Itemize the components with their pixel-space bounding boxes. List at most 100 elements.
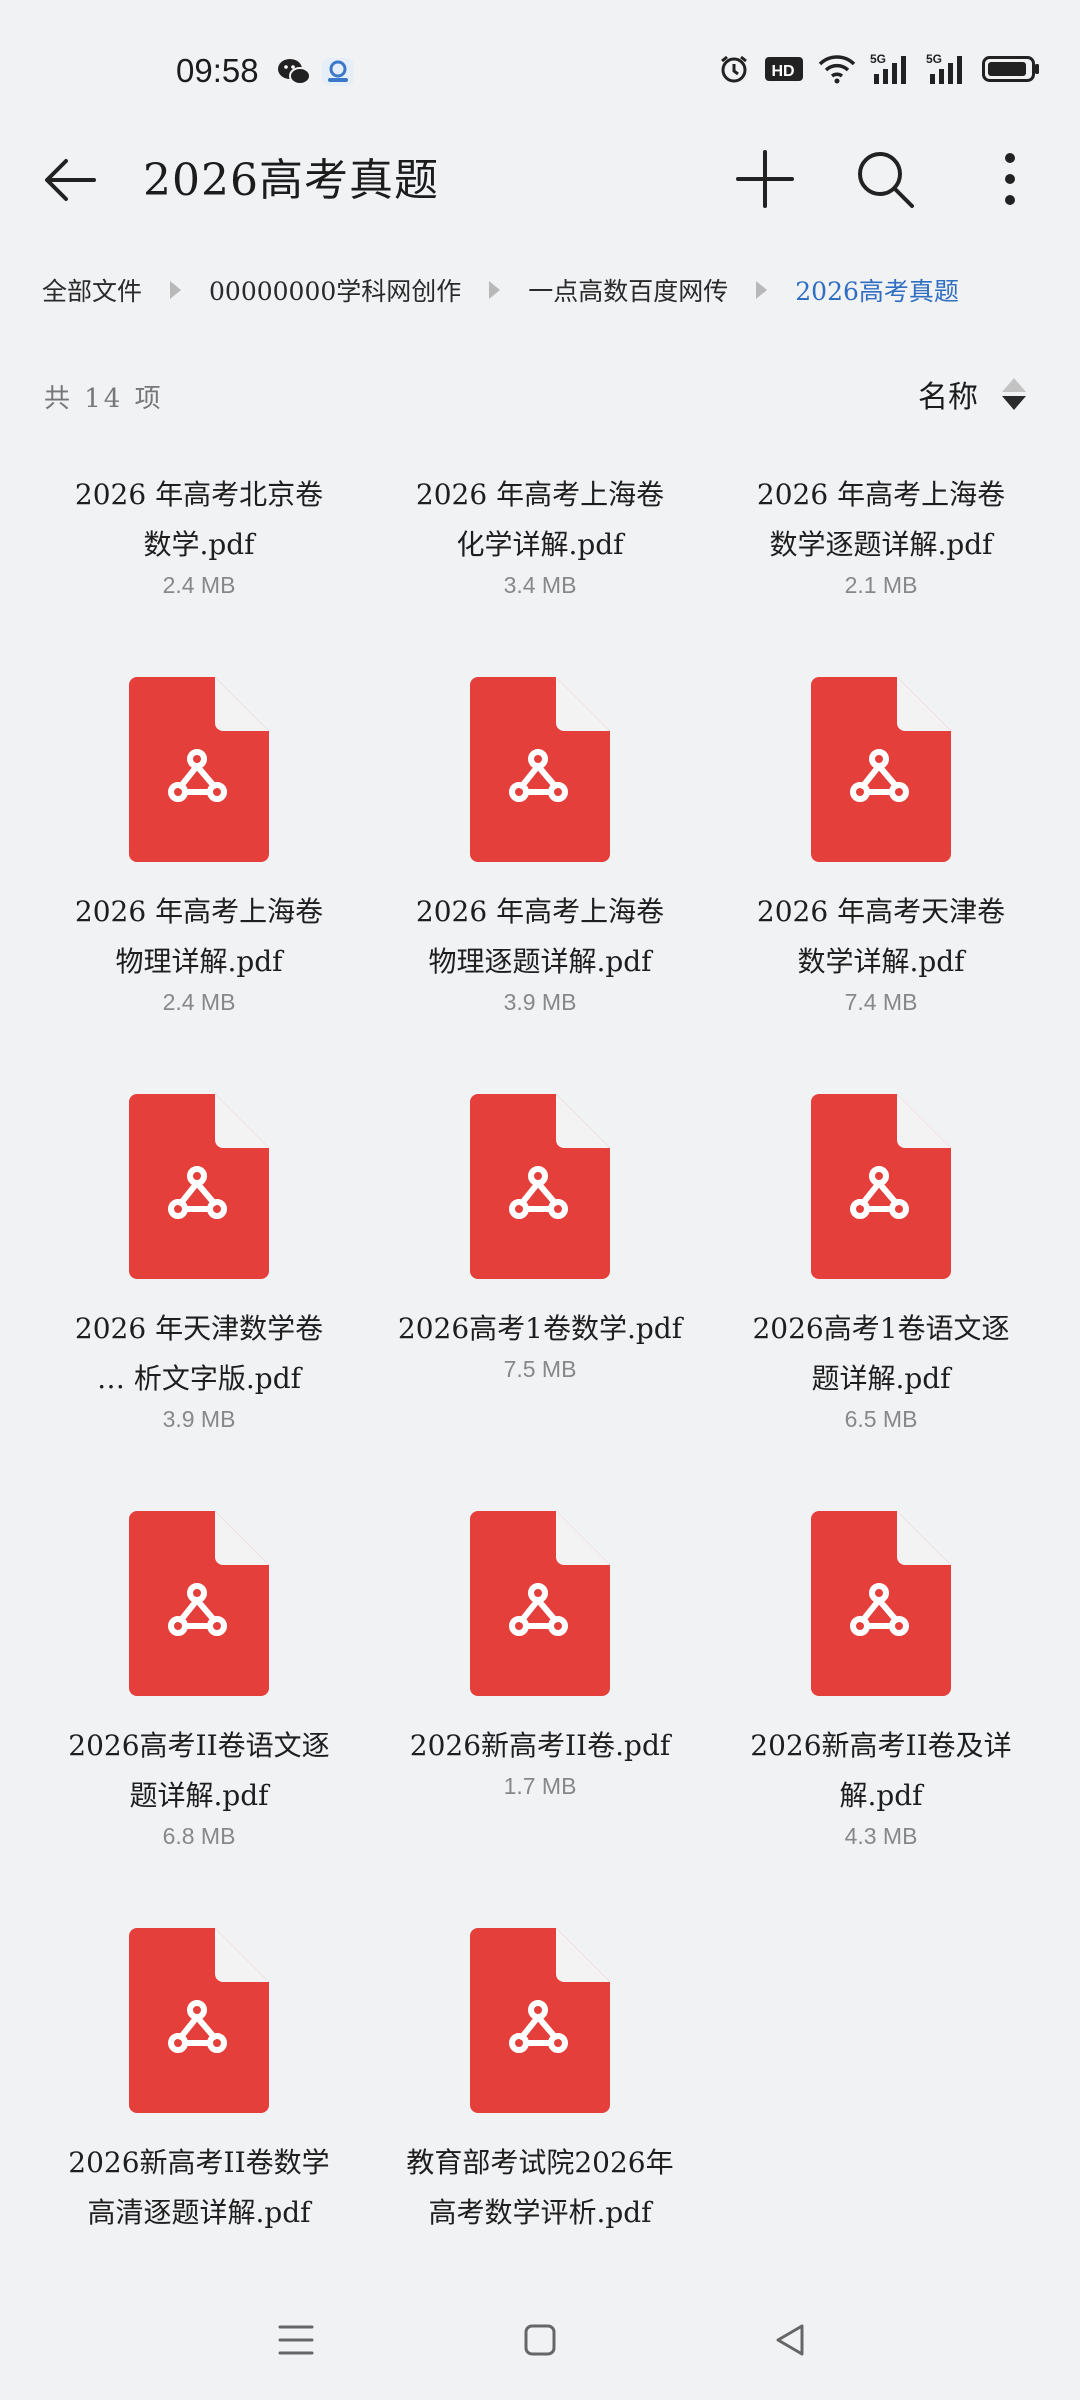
svg-text:5G: 5G — [870, 52, 886, 66]
file-name-line: 解.pdf — [839, 1779, 923, 1812]
pdf-file-icon — [470, 1928, 610, 2113]
svg-text:5G: 5G — [926, 52, 942, 66]
wifi-icon — [818, 52, 856, 86]
chevron-right-icon — [756, 281, 768, 299]
file-item[interactable]: 2026 年高考上海卷 物理逐题详解.pdf 3.9 MB — [390, 677, 690, 1077]
chevron-right-icon — [489, 281, 501, 299]
file-size: 7.4 MB — [844, 989, 918, 1015]
file-name: 教育部考试院2026年 高考数学评析.pdf — [390, 2138, 690, 2238]
file-name-line: 2026 年高考上海卷 — [756, 478, 1006, 511]
file-name-line: 教育部考试院2026年 — [406, 2146, 674, 2179]
plus-icon — [736, 150, 794, 208]
file-name-line: 2026 年高考上海卷 — [74, 895, 324, 928]
file-item[interactable]: 2026高考1卷语文逐 题详解.pdf 6.5 MB — [731, 1094, 1031, 1494]
file-name-line: 数学.pdf — [143, 528, 255, 561]
file-item[interactable]: 2026新高考II卷及详 解.pdf 4.3 MB — [731, 1511, 1031, 1911]
file-name-line: 2026新高考II卷.pdf — [409, 1729, 671, 1762]
file-name-line: 2026新高考II卷数学 — [68, 2146, 330, 2179]
sort-button[interactable]: 名称 — [918, 372, 1026, 416]
more-vertical-icon — [1005, 153, 1015, 205]
file-size: 2.4 MB — [162, 989, 236, 1015]
pdf-file-icon — [129, 1094, 269, 1279]
wechat-icon — [276, 56, 312, 88]
back-button[interactable] — [38, 148, 102, 212]
breadcrumb-item-all-files[interactable]: 全部文件 — [42, 272, 142, 308]
file-size: 3.4 MB — [503, 572, 577, 598]
breadcrumb-item-folder[interactable]: 00000000学科网创作 — [209, 272, 461, 308]
status-bar: 09:58 HD 5G 5G — [0, 0, 1080, 140]
file-item[interactable]: 2026 年高考北京卷 数学.pdf 2.4 MB — [49, 445, 349, 660]
signal-5g-icon: 5G — [926, 52, 968, 86]
back-triangle-icon — [776, 2324, 804, 2356]
file-item[interactable]: 教育部考试院2026年 高考数学评析.pdf — [390, 1928, 690, 2280]
file-item[interactable]: 2026 年高考上海卷 数学逐题详解.pdf 2.1 MB — [731, 445, 1031, 660]
file-name: 2026新高考II卷数学 高清逐题详解.pdf — [49, 2138, 349, 2238]
breadcrumb-item-current[interactable]: 2026高考真题 — [795, 272, 959, 308]
pdf-file-icon — [129, 1511, 269, 1696]
file-item[interactable]: 2026新高考II卷数学 高清逐题详解.pdf — [49, 1928, 349, 2280]
file-name: 2026 年高考上海卷 物理详解.pdf — [49, 887, 349, 987]
file-item[interactable]: 2026 年高考上海卷 物理详解.pdf 2.4 MB — [49, 677, 349, 1077]
file-name: 2026 年高考上海卷 数学逐题详解.pdf — [731, 470, 1031, 570]
pdf-file-icon — [129, 677, 269, 862]
file-name: 2026 年高考北京卷 数学.pdf — [49, 470, 349, 570]
file-name: 2026 年高考天津卷 数学详解.pdf — [731, 887, 1031, 987]
file-name-line: … 析文字版.pdf — [96, 1362, 301, 1395]
file-size: 7.5 MB — [503, 1356, 577, 1382]
pdf-file-icon — [129, 1928, 269, 2113]
page-title: 2026高考真题 — [143, 155, 439, 206]
file-item[interactable]: 2026 年天津数学卷 … 析文字版.pdf 3.9 MB — [49, 1094, 349, 1494]
signal-5g-icon: 5G — [870, 52, 912, 86]
file-item[interactable]: 2026高考1卷数学.pdf 7.5 MB — [390, 1094, 690, 1494]
back-nav-button[interactable] — [760, 2310, 820, 2370]
file-item[interactable]: 2026 年高考天津卷 数学详解.pdf 7.4 MB — [731, 677, 1031, 1077]
file-name-line: 题详解.pdf — [129, 1779, 269, 1812]
breadcrumb-item-folder[interactable]: 一点高数百度网传 — [528, 272, 728, 308]
file-size: 2.1 MB — [844, 572, 918, 598]
file-name: 2026 年天津数学卷 … 析文字版.pdf — [49, 1304, 349, 1404]
sort-label: 名称 — [918, 380, 978, 415]
file-size: 6.5 MB — [844, 1406, 918, 1432]
file-name-line: 数学逐题详解.pdf — [769, 528, 993, 561]
file-item[interactable]: 2026 年高考上海卷 化学详解.pdf 3.4 MB — [390, 445, 690, 660]
file-size: 1.7 MB — [503, 1773, 577, 1799]
file-name: 2026新高考II卷.pdf — [390, 1721, 690, 1771]
file-name-line: 高考数学评析.pdf — [428, 2196, 652, 2229]
file-name-line: 题详解.pdf — [811, 1362, 951, 1395]
file-size: 3.9 MB — [162, 1406, 236, 1432]
file-name-line: 2026高考II卷语文逐 — [68, 1729, 330, 1762]
alarm-icon — [718, 52, 750, 86]
sort-order-icon — [1002, 378, 1026, 410]
hd-icon: HD — [764, 52, 804, 86]
battery-icon — [982, 52, 1040, 86]
svg-text:HD: HD — [771, 63, 794, 80]
file-name: 2026 年高考上海卷 化学详解.pdf — [390, 470, 690, 570]
file-item[interactable]: 2026高考II卷语文逐 题详解.pdf 6.8 MB — [49, 1511, 349, 1911]
file-name-line: 高清逐题详解.pdf — [87, 2196, 311, 2229]
file-name-line: 2026 年高考上海卷 — [415, 478, 665, 511]
file-name-line: 数学详解.pdf — [797, 945, 965, 978]
pdf-file-icon — [811, 1094, 951, 1279]
file-item[interactable]: 2026新高考II卷.pdf 1.7 MB — [390, 1511, 690, 1911]
file-name-line: 2026新高考II卷及详 — [750, 1729, 1012, 1762]
file-name-line: 2026 年天津数学卷 — [74, 1312, 324, 1345]
file-name-line: 2026 年高考上海卷 — [415, 895, 665, 928]
file-name-line: 2026 年高考北京卷 — [74, 478, 324, 511]
breadcrumb: 全部文件 00000000学科网创作 一点高数百度网传 2026高考真题 — [42, 270, 959, 310]
search-icon — [858, 152, 914, 208]
home-button[interactable] — [510, 2310, 570, 2370]
file-name: 2026高考1卷数学.pdf — [390, 1304, 690, 1354]
more-options-button[interactable] — [990, 144, 1030, 214]
file-name: 2026新高考II卷及详 解.pdf — [731, 1721, 1031, 1821]
file-name: 2026高考II卷语文逐 题详解.pdf — [49, 1721, 349, 1821]
file-name-line: 化学详解.pdf — [456, 528, 624, 561]
system-nav-bar — [0, 2280, 1080, 2400]
add-button[interactable] — [730, 144, 800, 214]
menu-button[interactable] — [266, 2310, 326, 2370]
file-size: 4.3 MB — [844, 1823, 918, 1849]
search-button[interactable] — [850, 144, 920, 214]
file-name-line: 2026 年高考天津卷 — [756, 895, 1006, 928]
pdf-file-icon — [811, 1511, 951, 1696]
chevron-right-icon — [170, 281, 182, 299]
file-name: 2026 年高考上海卷 物理逐题详解.pdf — [390, 887, 690, 987]
